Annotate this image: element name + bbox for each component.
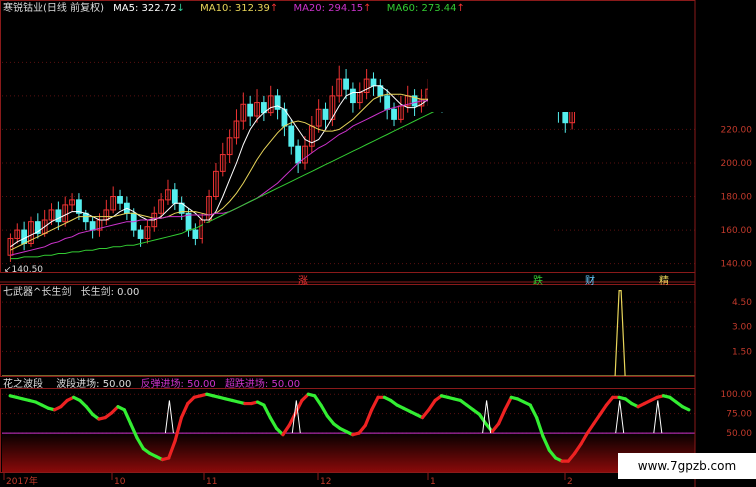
y-tick-label: 180.00 <box>721 193 753 203</box>
watermark: www.7gpzb.com <box>618 453 756 479</box>
y-tick-label: 1.50 <box>732 347 752 357</box>
indicator-spike <box>614 290 626 377</box>
wave-segment <box>262 403 272 420</box>
candle-body <box>343 78 349 90</box>
wave-segment <box>319 403 329 418</box>
ma60-label: MA60: 273.44 <box>386 3 457 14</box>
candle-body <box>288 125 295 147</box>
low-arrow-icon: ↙ <box>4 265 12 275</box>
wave-segment <box>528 403 539 420</box>
stock-title: 寒锐钴业(日线 前复权) <box>3 3 104 14</box>
chart-canvas: 140.00160.00180.00200.00220.00240.00260.… <box>0 0 756 487</box>
candle-body <box>117 196 123 204</box>
wave-segment <box>680 405 691 412</box>
ma5-arrow-icon: ↓ <box>176 3 185 14</box>
candle-body <box>322 108 329 120</box>
entry-signal-mark <box>653 400 663 434</box>
candle-body <box>171 189 178 204</box>
bottom-line1: 波段进场: 50.00 <box>56 379 132 390</box>
candle-body <box>247 103 254 117</box>
ma10-label: MA10: 312.39 <box>200 3 270 14</box>
event-marker-zhang[interactable]: 涨 <box>298 272 308 287</box>
wave-segment <box>363 408 374 427</box>
x-tick-label: 10 <box>114 477 126 487</box>
wave-segment <box>122 408 133 426</box>
y-tick-label: 140.00 <box>721 260 753 270</box>
wave-segment <box>179 401 190 420</box>
wave-segment <box>503 395 513 412</box>
wave-segment <box>313 394 323 407</box>
indicator-panel-changshengjian: 1.50 3.00 4.50 <box>2 290 752 377</box>
redaction-block <box>203 223 551 263</box>
wave-segment <box>496 408 507 426</box>
wave-segment <box>427 398 437 412</box>
x-tick-label: 2 <box>567 477 573 487</box>
y-tick-label: 4.50 <box>732 298 752 308</box>
mid-legend: 七武器^长生剑 长生剑: 0.00 <box>3 287 145 299</box>
low-price-value: 140.50 <box>11 265 44 275</box>
bottom-line3: 超跌进场: 50.00 <box>224 379 301 390</box>
y-tick-label: 160.00 <box>721 226 753 236</box>
y-tick-label: 100.00 <box>721 390 753 400</box>
candle-body <box>391 108 397 120</box>
wave-segment <box>268 415 279 431</box>
bottom-gradient-fill <box>2 431 695 472</box>
candle-body <box>89 221 96 231</box>
candle-body <box>384 95 391 110</box>
candle-body <box>137 229 144 239</box>
candle-body <box>192 229 199 239</box>
ma20-label: MA20: 294.15 <box>293 3 364 14</box>
event-marker-die[interactable]: 跌 <box>533 272 543 287</box>
bottom-title: 花之波段 <box>3 379 43 390</box>
ma5-label: MA5: 322.72 <box>113 3 177 14</box>
x-tick-label: 1 <box>430 477 436 487</box>
candle-body <box>370 78 377 87</box>
main-legend: 寒锐钴业(日线 前复权) MA5: 322.72↓ MA10: 312.39↑ … <box>3 3 471 15</box>
ma20-arrow-icon: ↑ <box>363 3 372 14</box>
y-tick-label: 3.00 <box>732 323 752 333</box>
wave-segment <box>592 412 602 426</box>
wave-segment <box>598 403 608 417</box>
entry-signal-mark <box>164 400 174 434</box>
x-tick-label: 2017年 <box>6 475 38 487</box>
x-tick-label: 12 <box>320 477 331 487</box>
candle-body <box>295 145 302 164</box>
candle-body <box>55 209 62 223</box>
y-tick-label: 220.00 <box>721 125 753 135</box>
redaction-block <box>428 0 756 112</box>
event-marker-cai[interactable]: 财 <box>585 272 595 287</box>
y-tick-label: 75.00 <box>726 410 752 420</box>
mid-value: 长生剑: 0.00 <box>80 287 140 298</box>
ma60-arrow-icon: ↑ <box>456 3 465 14</box>
bottom-line2: 反弹进场: 50.00 <box>140 379 216 390</box>
mid-title: 七武器^长生剑 <box>3 287 72 298</box>
main-price-panel: 140.00160.00180.00200.00220.00240.00260.… <box>2 0 756 270</box>
bottom-legend: 花之波段 波段进场: 50.00 反弹进场: 50.00 超跌进场: 50.00 <box>3 379 306 391</box>
ma10-arrow-icon: ↑ <box>269 3 279 14</box>
y-tick-label: 50.00 <box>726 429 752 439</box>
x-tick-label: 11 <box>206 477 217 487</box>
low-price-label: ↙140.50 <box>4 264 49 276</box>
candle-body <box>350 88 356 104</box>
candle-body <box>21 229 28 244</box>
entry-signal-mark <box>615 400 625 434</box>
y-tick-label: 200.00 <box>721 159 753 169</box>
event-marker-jing[interactable]: 精 <box>659 272 669 287</box>
wave-segment <box>370 395 380 412</box>
